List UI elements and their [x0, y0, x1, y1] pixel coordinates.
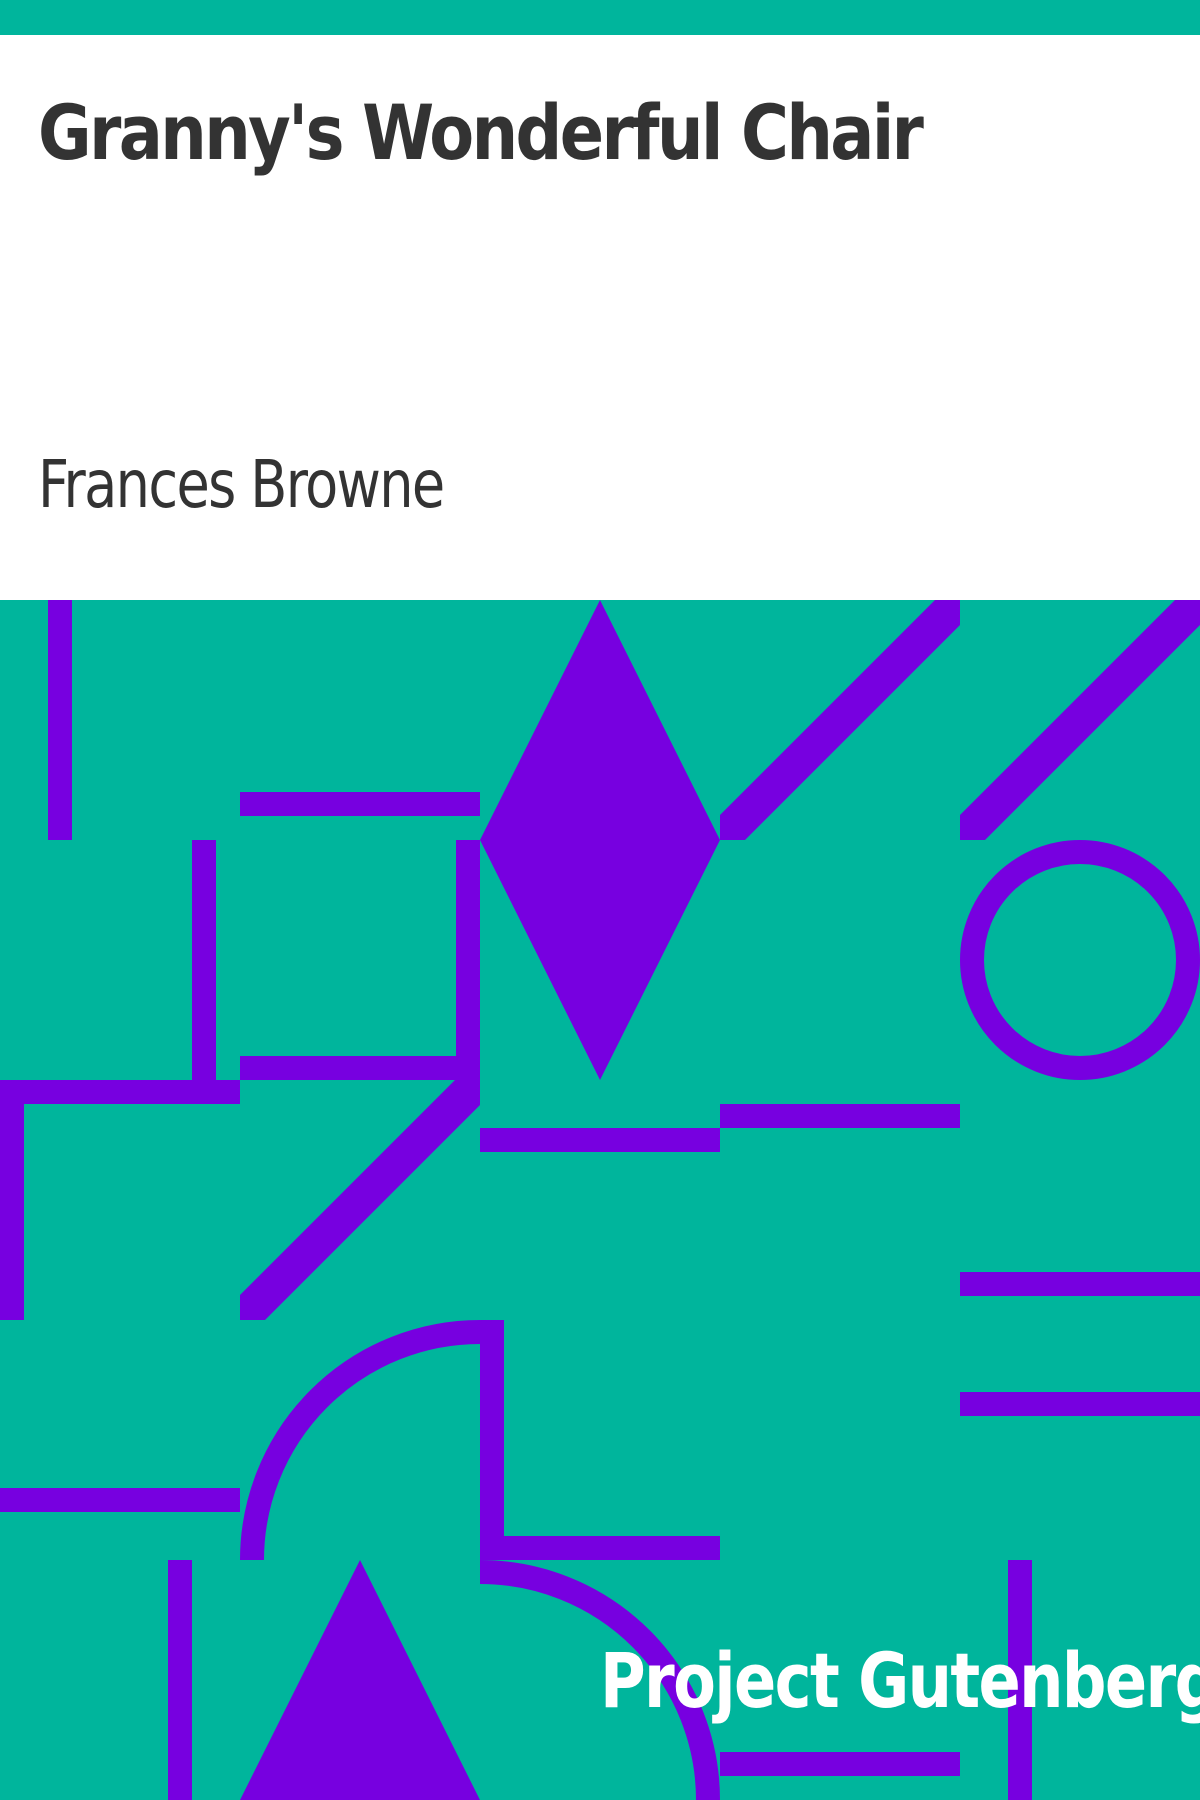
- book-title: Granny's Wonderful Chair: [38, 88, 924, 177]
- top-color-band: [0, 0, 1200, 35]
- vertical-bar-shape: [456, 840, 480, 1080]
- book-author: Frances Browne: [38, 446, 445, 523]
- horizontal-bar-shape: [960, 1272, 1200, 1296]
- horizontal-bar-shape: [240, 792, 480, 816]
- horizontal-bar-shape: [480, 1536, 720, 1560]
- vertical-bar-shape: [48, 600, 72, 840]
- horizontal-bar-shape: [960, 1392, 1200, 1416]
- horizontal-bar-shape: [0, 1488, 240, 1512]
- vertical-bar-shape: [480, 1320, 504, 1560]
- cover-artwork: [0, 600, 1200, 1800]
- vertical-bar-shape: [0, 1080, 24, 1320]
- horizontal-bar-shape: [720, 1752, 960, 1776]
- horizontal-bar-shape: [240, 1056, 480, 1080]
- horizontal-bar-shape: [480, 1128, 720, 1152]
- publisher-name: Project Gutenberg: [600, 1636, 1200, 1725]
- vertical-bar-shape: [168, 1560, 192, 1800]
- vertical-bar-shape: [192, 840, 216, 1080]
- horizontal-bar-shape: [0, 1080, 240, 1104]
- horizontal-bar-shape: [720, 1104, 960, 1128]
- geometric-pattern: [0, 600, 1200, 1800]
